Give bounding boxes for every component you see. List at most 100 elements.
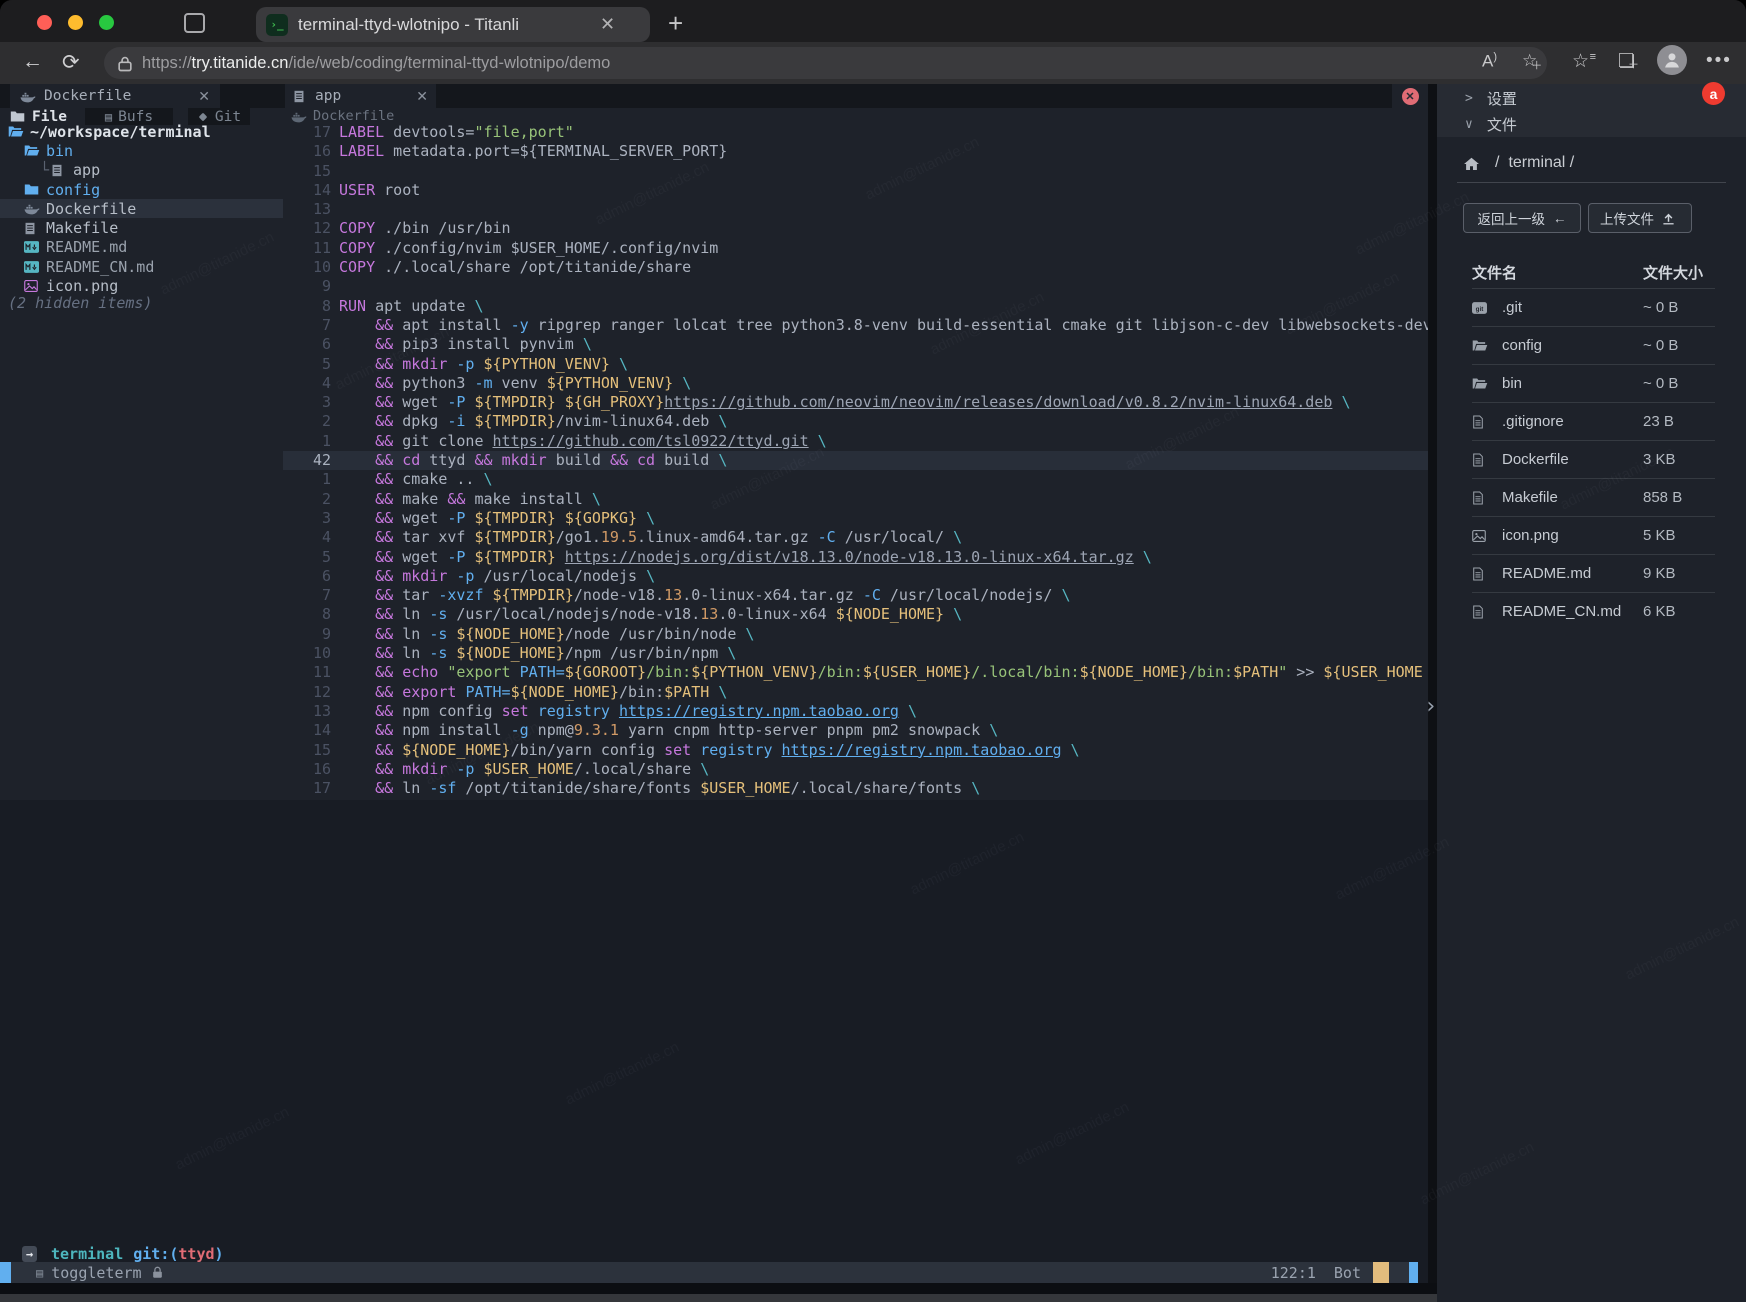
favorites-bar-icon[interactable]: ☆≡ bbox=[1572, 50, 1589, 73]
file-row[interactable]: Makefile 858 B bbox=[1472, 478, 1715, 516]
sidebar-buffer-tab[interactable]: Dockerfile ✕ bbox=[10, 84, 220, 108]
file-icon bbox=[1472, 453, 1494, 467]
file-row[interactable]: git .git ~ 0 B bbox=[1472, 288, 1715, 326]
tree-item[interactable]: Dockerfile bbox=[0, 199, 283, 218]
tree-item[interactable]: config bbox=[0, 180, 283, 199]
editor-line[interactable]: 2 && dpkg -i ${TMPDIR}/nvim-linux64.deb … bbox=[283, 412, 1428, 431]
shell-prompt[interactable]: → terminal git:( ttyd ) bbox=[0, 1245, 224, 1263]
editor-line[interactable]: 10 COPY ./.local/share /opt/titanide/sha… bbox=[283, 258, 1428, 277]
editor-line[interactable]: 2 && make && make install \ bbox=[283, 490, 1428, 509]
editor-line[interactable]: 8 RUN apt update \ bbox=[283, 297, 1428, 316]
collections-icon[interactable]: ❏＋ bbox=[1618, 50, 1635, 73]
scrollbar-block-blue[interactable] bbox=[1409, 1262, 1418, 1283]
tree-item[interactable]: └ app bbox=[0, 161, 283, 180]
editor-line[interactable]: 12 && export PATH=${NODE_HOME}/bin:$PATH… bbox=[283, 683, 1428, 702]
line-code: && mkdir -p $USER_HOME/.local/share \ bbox=[339, 760, 709, 779]
terminal-line bbox=[8, 844, 1423, 863]
file-tree: ~/workspace/terminal bin └ app config Do… bbox=[0, 122, 283, 296]
terminal-line bbox=[8, 979, 1423, 998]
editor-line[interactable]: 1 && git clone https://github.com/tsl092… bbox=[283, 432, 1428, 451]
editor-buffer-tab[interactable]: app ✕ bbox=[285, 84, 436, 108]
editor-line[interactable]: 14 USER root bbox=[283, 181, 1428, 200]
editor-line[interactable]: 8 && ln -s /usr/local/nodejs/node-v18.13… bbox=[283, 605, 1428, 624]
terminal-line bbox=[8, 1191, 1423, 1210]
editor-line[interactable]: 6 && pip3 install pynvim \ bbox=[283, 335, 1428, 354]
read-aloud-icon[interactable]: A) bbox=[1482, 51, 1497, 72]
file-row[interactable]: .gitignore 23 B bbox=[1472, 402, 1715, 440]
folder-open-icon bbox=[24, 144, 42, 157]
file-panel-breadcrumb[interactable]: / terminal / bbox=[1464, 154, 1574, 172]
file-row[interactable]: icon.png 5 KB bbox=[1472, 516, 1715, 554]
editor-line[interactable]: 13 && npm config set registry https://re… bbox=[283, 702, 1428, 721]
line-code: && tar -xvzf ${TMPDIR}/node-v18.13.0-lin… bbox=[339, 586, 1071, 605]
editor-line[interactable]: 6 && mkdir -p /usr/local/nodejs \ bbox=[283, 567, 1428, 586]
editor-line[interactable]: 9 bbox=[283, 277, 1428, 296]
close-window-button[interactable] bbox=[37, 15, 52, 30]
tab-close-icon[interactable]: ✕ bbox=[600, 14, 615, 35]
editor-line[interactable]: 7 && tar -xvzf ${TMPDIR}/node-v18.13.0-l… bbox=[283, 586, 1428, 605]
editor-line[interactable]: 1 && cmake .. \ bbox=[283, 470, 1428, 489]
upload-file-button[interactable]: 上传文件 bbox=[1588, 203, 1692, 233]
terminal-line bbox=[8, 805, 1423, 824]
tree-item[interactable]: README.md bbox=[0, 238, 283, 257]
editor-line[interactable]: 5 && wget -P ${TMPDIR} https://nodejs.or… bbox=[283, 548, 1428, 567]
tab-overview-icon[interactable] bbox=[184, 13, 205, 33]
zoom-window-button[interactable] bbox=[99, 15, 114, 30]
browser-tab[interactable]: ›_ terminal-ttyd-wlotnipo - Titanli ✕ bbox=[256, 7, 650, 42]
file-row[interactable]: README_CN.md 6 KB bbox=[1472, 592, 1715, 630]
editor-line[interactable]: 16 && mkdir -p $USER_HOME/.local/share \ bbox=[283, 760, 1428, 779]
editor-line[interactable]: 10 && ln -s ${NODE_HOME}/npm /usr/bin/np… bbox=[283, 644, 1428, 663]
tree-item[interactable]: icon.png bbox=[0, 276, 283, 295]
go-up-button[interactable]: 返回上一级← bbox=[1463, 203, 1581, 233]
markdown-icon bbox=[24, 261, 42, 273]
new-tab-button[interactable]: + bbox=[668, 8, 683, 39]
editor-line[interactable]: 16 LABEL metadata.port=${TERMINAL_SERVER… bbox=[283, 142, 1428, 161]
panel-divider[interactable] bbox=[1428, 84, 1437, 1302]
add-favorite-icon[interactable]: ☆＋ bbox=[1522, 51, 1537, 71]
editor-line[interactable]: 11 COPY ./config/nvim $USER_HOME/.config… bbox=[283, 239, 1428, 258]
scrollbar-block-tan[interactable] bbox=[1373, 1262, 1389, 1283]
editor-line[interactable]: 7 && apt install -y ripgrep ranger lolca… bbox=[283, 316, 1428, 335]
editor-line[interactable]: 3 && wget -P ${TMPDIR} ${GOPKG} \ bbox=[283, 509, 1428, 528]
editor-line[interactable]: 5 && mkdir -p ${PYTHON_VENV} \ bbox=[283, 355, 1428, 374]
section-files[interactable]: ∨ 文件 bbox=[1465, 112, 1517, 136]
file-row[interactable]: config ~ 0 B bbox=[1472, 326, 1715, 364]
editor-line[interactable]: 42 && cd ttyd && mkdir build && cd build… bbox=[283, 451, 1428, 470]
terminal-line bbox=[8, 901, 1423, 920]
buffer-close-icon[interactable]: ✕ bbox=[198, 88, 210, 105]
editor-line[interactable]: 14 && npm install -g npm@9.3.1 yarn cnpm… bbox=[283, 721, 1428, 740]
chevron-right-icon[interactable]: › bbox=[1424, 694, 1437, 719]
editor-line[interactable]: 11 && echo "export PATH=${GOROOT}/bin:${… bbox=[283, 663, 1428, 682]
editor-line[interactable]: 3 && wget -P ${TMPDIR} ${GH_PROXY}https:… bbox=[283, 393, 1428, 412]
editor-line[interactable]: 9 && ln -s ${NODE_HOME}/node /usr/bin/no… bbox=[283, 625, 1428, 644]
user-badge[interactable]: a bbox=[1702, 82, 1725, 105]
tree-item[interactable]: ~/workspace/terminal bbox=[0, 122, 283, 141]
file-row[interactable]: bin ~ 0 B bbox=[1472, 364, 1715, 402]
tree-item[interactable]: bin bbox=[0, 141, 283, 160]
browser-window: ›_ terminal-ttyd-wlotnipo - Titanli ✕ + … bbox=[0, 0, 1746, 1302]
editor-line[interactable]: 17 && ln -sf /opt/titanide/share/fonts $… bbox=[283, 779, 1428, 798]
image-icon bbox=[1472, 530, 1494, 542]
code-editor[interactable]: 17 LABEL devtools="file,port" 16 LABEL m… bbox=[283, 123, 1428, 799]
profile-avatar[interactable] bbox=[1657, 45, 1687, 75]
browser-menu-icon[interactable]: ••• bbox=[1706, 50, 1732, 72]
tree-item[interactable]: Makefile bbox=[0, 218, 283, 237]
tree-item[interactable]: README_CN.md bbox=[0, 257, 283, 276]
editor-line[interactable]: 13 bbox=[283, 200, 1428, 219]
close-all-buffers-icon[interactable]: ✕ bbox=[1402, 88, 1419, 105]
editor-line[interactable]: 15 && ${NODE_HOME}/bin/yarn config set r… bbox=[283, 741, 1428, 760]
file-row[interactable]: README.md 9 KB bbox=[1472, 554, 1715, 592]
editor-line[interactable]: 12 COPY ./bin /usr/bin bbox=[283, 219, 1428, 238]
reload-icon[interactable]: ⟳ bbox=[62, 50, 80, 75]
back-icon[interactable]: ← bbox=[22, 50, 43, 74]
editor-line[interactable]: 17 LABEL devtools="file,port" bbox=[283, 123, 1428, 142]
editor-line[interactable]: 4 && python3 -m venv ${PYTHON_VENV} \ bbox=[283, 374, 1428, 393]
home-icon[interactable] bbox=[1464, 157, 1482, 170]
editor-line[interactable]: 4 && tar xvf ${TMPDIR}/go1.19.5.linux-am… bbox=[283, 528, 1428, 547]
buffer-close-icon[interactable]: ✕ bbox=[416, 88, 428, 105]
minimize-window-button[interactable] bbox=[68, 15, 83, 30]
address-bar[interactable]: https://try.titanide.cn/ide/web/coding/t… bbox=[104, 47, 1547, 79]
editor-line[interactable]: 15 bbox=[283, 162, 1428, 181]
file-row[interactable]: Dockerfile 3 KB bbox=[1472, 440, 1715, 478]
section-settings[interactable]: > 设置 bbox=[1465, 86, 1517, 110]
